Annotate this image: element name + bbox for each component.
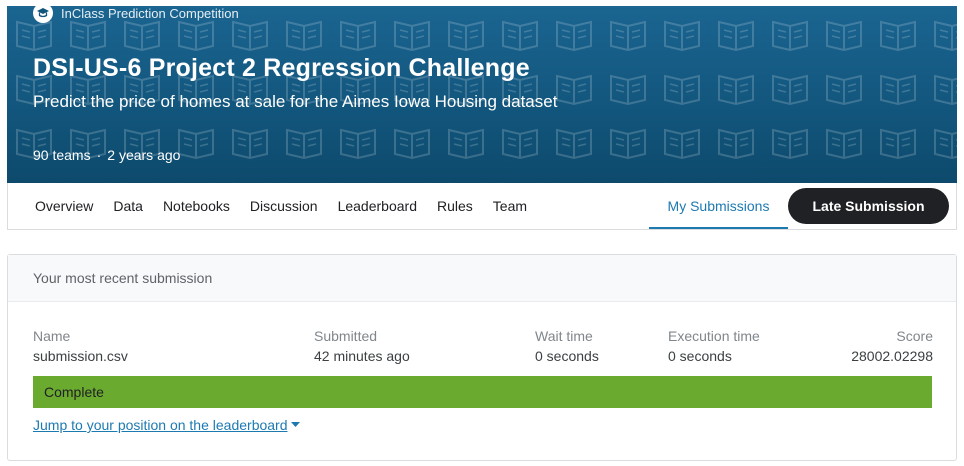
name-label: Name: [33, 328, 71, 344]
competition-tab-bar: Overview Data Notebooks Discussion Leade…: [7, 183, 957, 230]
recent-submission-card: Your most recent submission Name submiss…: [7, 254, 957, 461]
competition-type-label: InClass Prediction Competition: [61, 6, 239, 21]
submitted-label: Submitted: [314, 328, 378, 344]
competition-age: 2 years ago: [107, 147, 181, 163]
tab-notebooks[interactable]: Notebooks: [153, 183, 240, 229]
tab-list: Overview Data Notebooks Discussion Leade…: [8, 183, 537, 229]
score-column: Score 28002.02298: [851, 328, 933, 364]
execution-time-label: Execution time: [668, 328, 760, 344]
tab-discussion[interactable]: Discussion: [240, 183, 328, 229]
late-submission-button[interactable]: Late Submission: [788, 188, 949, 224]
wait-time-value: 0 seconds: [535, 348, 599, 364]
submitted-value: 42 minutes ago: [314, 348, 410, 364]
tab-team[interactable]: Team: [483, 183, 537, 229]
card-header: Your most recent submission: [8, 255, 956, 302]
jump-link-label[interactable]: Jump to your position on the leaderboard: [33, 417, 288, 433]
tab-data[interactable]: Data: [103, 183, 153, 229]
graduation-cap-icon: [33, 6, 53, 23]
caret-down-icon[interactable]: [290, 420, 300, 430]
score-value: 28002.02298: [851, 348, 933, 364]
name-column: Name submission.csv: [33, 328, 128, 364]
score-label: Score: [896, 328, 933, 344]
competition-banner: InClass Prediction Competition DSI-US-6 …: [7, 6, 957, 183]
submitted-column: Submitted 42 minutes ago: [314, 328, 410, 364]
tab-rules[interactable]: Rules: [427, 183, 483, 229]
tab-my-submissions[interactable]: My Submissions: [649, 183, 788, 229]
execution-time-column: Execution time 0 seconds: [668, 328, 760, 364]
name-value: submission.csv: [33, 348, 128, 364]
competition-title: DSI-US-6 Project 2 Regression Challenge: [33, 54, 530, 82]
jump-to-leaderboard-link[interactable]: Jump to your position on the leaderboard: [33, 417, 300, 433]
wait-time-label: Wait time: [535, 328, 593, 344]
wait-time-column: Wait time 0 seconds: [535, 328, 599, 364]
team-count: 90 teams: [33, 147, 91, 163]
tab-leaderboard[interactable]: Leaderboard: [328, 183, 427, 229]
competition-meta: 90 teams · 2 years ago: [33, 147, 180, 163]
status-bar: Complete: [33, 376, 932, 408]
tab-overview[interactable]: Overview: [8, 183, 103, 229]
meta-separator: ·: [96, 147, 102, 163]
execution-time-value: 0 seconds: [668, 348, 732, 364]
competition-type: InClass Prediction Competition: [33, 6, 239, 23]
competition-subtitle: Predict the price of homes at sale for t…: [33, 92, 558, 111]
